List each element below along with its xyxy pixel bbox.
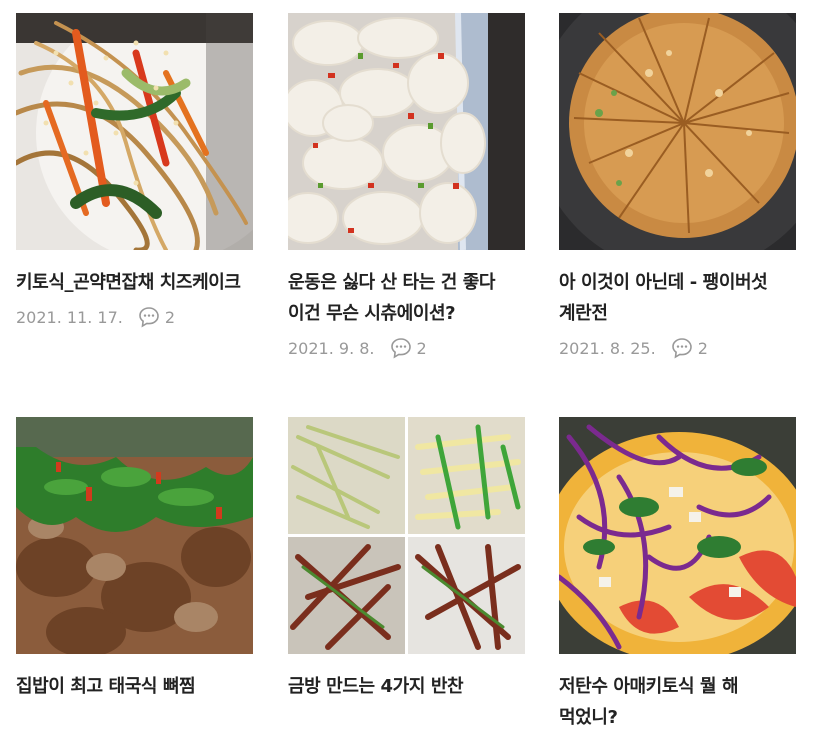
post-card: 저탄수 아매키토식 뭘 해 먹었니? [559,417,796,733]
speech-bubble-icon [390,338,411,359]
comment-count: 2 [416,338,427,358]
post-thumbnail[interactable] [288,13,525,250]
post-date: 2021. 9. 8. [288,338,375,358]
post-card: 집밥이 최고 태국식 뼈찜 [16,417,253,702]
enoki-pancake-photo [559,13,796,250]
post-card: 금방 만드는 4가지 반찬 [288,417,525,702]
post-title[interactable]: 저탄수 아매키토식 뭘 해 먹었니? [559,671,796,733]
comment-link[interactable]: 2 [670,336,708,360]
post-title[interactable]: 운동은 싫다 산 타는 건 좋다 이건 무슨 시츄에이션? [288,267,525,329]
side-dishes-collage-photo [288,417,525,654]
post-grid: 키토식_곤약면잡채 치즈케이크 2021. 11. 17. 2 운동은 싫다 산… [0,0,820,728]
post-title[interactable]: 금방 만드는 4가지 반찬 [288,671,525,702]
speech-bubble-icon [139,307,159,328]
keto-salad-photo [559,417,796,654]
comment-count: 2 [697,338,708,358]
post-thumbnail[interactable] [559,417,796,654]
post-thumbnail[interactable] [559,13,796,250]
post-card: 운동은 싫다 산 타는 건 좋다 이건 무슨 시츄에이션? 2021. 9. 8… [288,13,525,360]
post-meta: 2021. 9. 8. 2 [288,336,525,360]
post-date: 2021. 11. 17. [16,307,123,327]
post-title[interactable]: 키토식_곤약면잡채 치즈케이크 [16,267,253,298]
post-meta: 2021. 11. 17. 2 [16,305,253,329]
post-meta: 2021. 8. 25. 2 [559,336,796,360]
comment-link[interactable]: 2 [389,336,427,360]
comment-link[interactable]: 2 [137,305,175,329]
post-thumbnail[interactable] [288,417,525,654]
post-thumbnail[interactable] [16,417,253,654]
post-thumbnail[interactable] [16,13,253,250]
speech-bubble-icon [671,338,692,359]
post-title[interactable]: 아 이것이 아닌데 - 팽이버섯 계란전 [559,267,796,329]
japchae-photo [16,13,253,250]
post-title[interactable]: 집밥이 최고 태국식 뼈찜 [16,671,253,702]
post-card: 아 이것이 아닌데 - 팽이버섯 계란전 2021. 8. 25. 2 [559,13,796,360]
pork-bone-stew-photo [16,417,253,654]
post-card: 키토식_곤약면잡채 치즈케이크 2021. 11. 17. 2 [16,13,253,329]
comment-count: 2 [164,307,176,327]
post-date: 2021. 8. 25. [559,338,656,358]
cabbage-photo [288,13,525,250]
